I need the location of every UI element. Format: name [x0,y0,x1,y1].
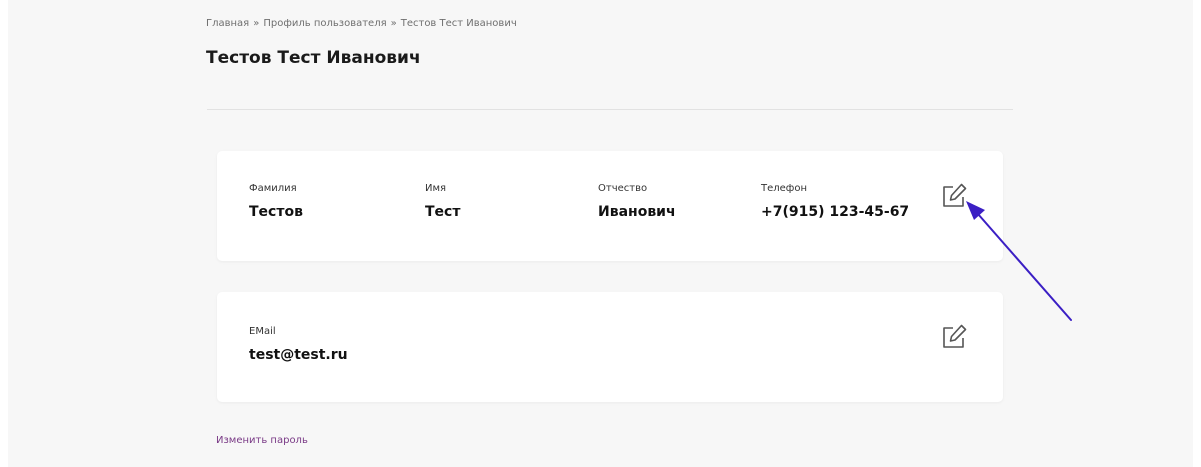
field-first-name: Имя Тест [425,183,460,220]
field-value: +7(915) 123-45-67 [761,204,910,220]
breadcrumb-current: Тестов Тест Иванович [400,18,517,29]
page-title: Тестов Тест Иванович [206,48,421,68]
field-email: EMail test@test.ru [249,326,348,363]
profile-card: Фамилия Тестов Имя Тест Отчество Иванови… [217,151,1003,261]
edit-icon [943,183,967,207]
breadcrumb: Главная» Профиль пользователя» Тестов Тест… [206,18,517,29]
breadcrumb-separator: » [390,18,397,29]
field-value: Тестов [249,204,303,220]
field-label: Отчество [598,183,648,194]
field-value: Тест [425,204,461,220]
breadcrumb-profile-link[interactable]: Профиль пользователя [263,18,386,29]
edit-email-button[interactable] [939,322,969,352]
divider [207,109,1013,110]
field-value: Иванович [598,204,676,220]
field-patronymic: Отчество Иванович [598,183,676,220]
field-label: Имя [425,183,447,194]
breadcrumb-separator: » [253,18,260,29]
change-password-link[interactable]: Изменить пароль [216,435,308,446]
field-last-name: Фамилия Тестов [249,183,303,220]
edit-profile-button[interactable] [939,181,969,211]
field-value: test@test.ru [249,347,348,363]
field-phone: Телефон +7(915) 123-45-67 [761,183,909,220]
breadcrumb-home-link[interactable]: Главная [206,18,249,29]
field-label: Телефон [761,183,808,194]
email-card: EMail test@test.ru [217,292,1003,402]
field-label: EMail [249,326,276,337]
edit-icon [943,324,967,348]
field-label: Фамилия [249,183,297,194]
